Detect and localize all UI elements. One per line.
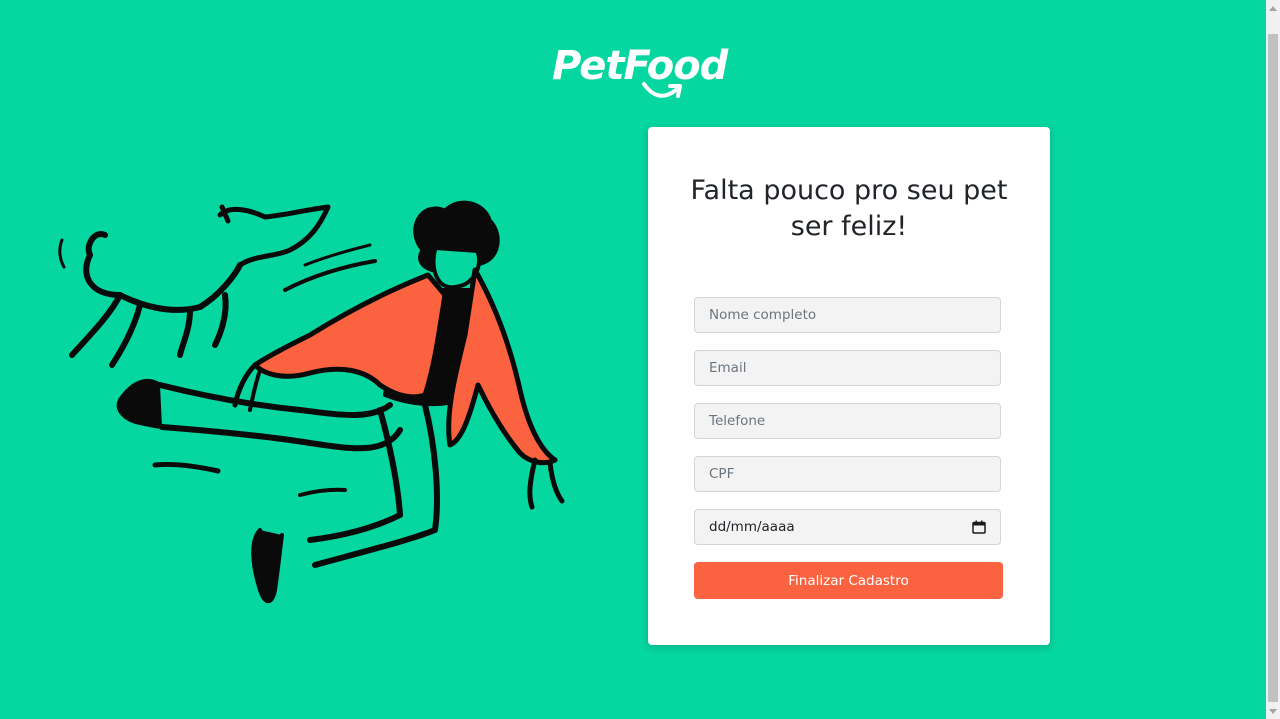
cpf-field-placeholder: CPF [709,466,735,482]
signup-title: Falta pouco pro seu pet ser feliz! [690,175,1008,242]
finalize-signup-button[interactable]: Finalizar Cadastro [694,562,1003,599]
logo-smile-arrow [642,82,682,98]
email-field-placeholder: Email [709,360,747,376]
birthdate-field[interactable]: dd/mm/aaaa [694,509,1001,545]
phone-field[interactable]: Telefone [694,403,1001,439]
person-and-dog-illustration [58,200,565,604]
chevron-up-icon[interactable] [1266,0,1280,16]
birthdate-field-value: dd/mm/aaaa [709,519,795,535]
phone-field-placeholder: Telefone [709,413,766,429]
email-field[interactable]: Email [694,350,1001,386]
page-scrollbar[interactable] [1266,0,1280,719]
signup-page: PetFood Falta pouco pro seu pet ser feli… [0,0,1280,719]
name-field[interactable]: Nome completo [694,297,1001,333]
petfood-logo: PetFood [548,38,728,108]
chevron-down-icon[interactable] [1266,703,1280,719]
calendar-icon[interactable] [972,520,986,534]
signup-card: Falta pouco pro seu pet ser feliz! Nome … [648,127,1050,645]
cpf-field[interactable]: CPF [694,456,1001,492]
scrollbar-thumb[interactable] [1268,34,1278,702]
name-field-placeholder: Nome completo [709,307,817,323]
